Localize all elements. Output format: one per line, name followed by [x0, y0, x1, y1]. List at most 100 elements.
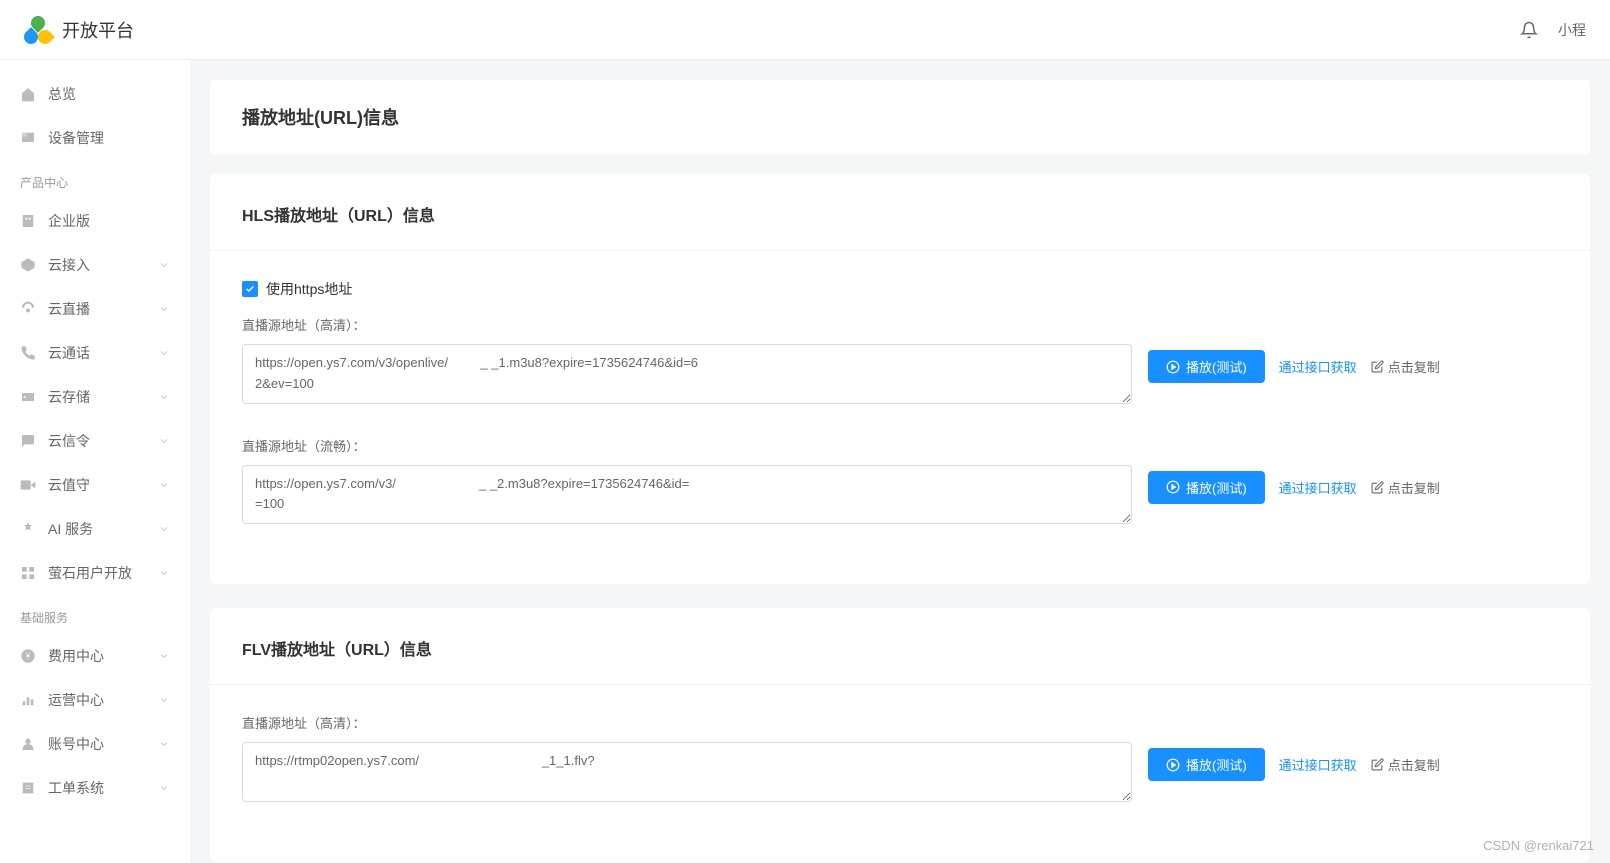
sidebar-item-label: 总览 — [48, 84, 170, 104]
chevron-down-icon — [158, 479, 170, 491]
fee-icon: ¥ — [20, 648, 36, 664]
sidebar-item-label: 云直播 — [48, 299, 146, 319]
chevron-down-icon — [158, 347, 170, 359]
svg-text:¥: ¥ — [25, 652, 31, 661]
sidebar-item-ai[interactable]: AI 服务 — [0, 507, 190, 551]
header-right: 小程 — [1520, 20, 1586, 40]
hls-hd-label: 直播源地址（高清）： — [242, 315, 1558, 334]
ai-icon — [20, 521, 36, 537]
api-get-link[interactable]: 通过接口获取 — [1279, 357, 1357, 376]
chevron-down-icon — [158, 303, 170, 315]
copy-button[interactable]: 点击复制 — [1371, 357, 1440, 376]
sidebar-item-cloud-guard[interactable]: 云值守 — [0, 463, 190, 507]
user-icon — [20, 736, 36, 752]
play-icon — [1166, 758, 1180, 772]
chevron-down-icon — [158, 782, 170, 794]
sidebar-item-label: 云信令 — [48, 431, 146, 451]
sidebar-item-ops[interactable]: 运营中心 — [0, 678, 190, 722]
sidebar-item-label: 云通话 — [48, 343, 146, 363]
sidebar-item-fee[interactable]: ¥ 费用中心 — [0, 634, 190, 678]
chevron-down-icon — [158, 259, 170, 271]
copy-button[interactable]: 点击复制 — [1371, 478, 1440, 497]
sidebar-item-account[interactable]: 账号中心 — [0, 722, 190, 766]
sidebar-section-product: 产品中心 — [0, 160, 190, 199]
sidebar-item-overview[interactable]: 总览 — [0, 72, 190, 116]
play-icon — [1166, 360, 1180, 374]
sidebar-item-cloud-talk[interactable]: 云通话 — [0, 331, 190, 375]
api-get-link[interactable]: 通过接口获取 — [1279, 478, 1357, 497]
page-title: 播放地址(URL)信息 — [242, 104, 1558, 130]
cloud-access-icon — [20, 257, 36, 273]
sidebar-item-enterprise[interactable]: 企业版 — [0, 199, 190, 243]
sidebar-item-label: AI 服务 — [48, 519, 146, 539]
header-left: 开放平台 — [24, 16, 134, 44]
https-checkbox-label: 使用https地址 — [266, 279, 352, 299]
sidebar-item-cloud-access[interactable]: 云接入 — [0, 243, 190, 287]
sidebar-item-label: 运营中心 — [48, 690, 146, 710]
sidebar-item-label: 企业版 — [48, 211, 170, 231]
chevron-down-icon — [158, 650, 170, 662]
chevron-down-icon — [158, 391, 170, 403]
watermark: CSDN @renkai721 — [1483, 838, 1594, 853]
notification-icon[interactable] — [1520, 21, 1538, 39]
edit-icon — [1371, 481, 1384, 494]
user-name[interactable]: 小程 — [1558, 20, 1586, 40]
sidebar: 总览 设备管理 产品中心 企业版 云接入 云直播 云通话 — [0, 60, 190, 863]
sidebar-item-cloud-live[interactable]: 云直播 — [0, 287, 190, 331]
https-checkbox[interactable] — [242, 281, 258, 297]
sidebar-item-label: 云值守 — [48, 475, 146, 495]
hls-section-title: HLS播放地址（URL）信息 — [242, 202, 1558, 226]
api-get-link[interactable]: 通过接口获取 — [1279, 755, 1357, 774]
cloud-live-icon — [20, 301, 36, 317]
hls-sd-label: 直播源地址（流畅）： — [242, 436, 1558, 455]
edit-icon — [1371, 758, 1384, 771]
main-content: 播放地址(URL)信息 HLS播放地址（URL）信息 使用https地址 直播源… — [190, 60, 1610, 863]
hls-hd-url-input[interactable] — [242, 344, 1132, 404]
chevron-down-icon — [158, 523, 170, 535]
sidebar-item-device[interactable]: 设备管理 — [0, 116, 190, 160]
camera-icon — [20, 477, 36, 493]
sidebar-item-label: 费用中心 — [48, 646, 146, 666]
play-button[interactable]: 播放(测试) — [1148, 471, 1265, 504]
platform-title: 开放平台 — [62, 17, 134, 43]
chevron-down-icon — [158, 567, 170, 579]
play-button[interactable]: 播放(测试) — [1148, 350, 1265, 383]
home-icon — [20, 86, 36, 102]
sidebar-item-label: 云接入 — [48, 255, 146, 275]
chart-icon — [20, 692, 36, 708]
sidebar-item-cloud-storage[interactable]: 云存储 — [0, 375, 190, 419]
page-title-card: 播放地址(URL)信息 — [210, 80, 1590, 154]
hls-hd-block: 直播源地址（高清）： 播放(测试) 通过接口获取 点击复制 — [242, 315, 1558, 404]
chevron-down-icon — [158, 435, 170, 447]
chevron-down-icon — [158, 694, 170, 706]
copy-button[interactable]: 点击复制 — [1371, 755, 1440, 774]
sidebar-item-label: 设备管理 — [48, 128, 170, 148]
sidebar-item-cloud-message[interactable]: 云信令 — [0, 419, 190, 463]
sidebar-section-basic: 基础服务 — [0, 595, 190, 634]
edit-icon — [1371, 360, 1384, 373]
chevron-down-icon — [158, 738, 170, 750]
hls-sd-block: 直播源地址（流畅）： 播放(测试) 通过接口获取 点击复制 — [242, 436, 1558, 525]
grid-icon — [20, 565, 36, 581]
header: 开放平台 小程 — [0, 0, 1610, 60]
https-checkbox-row: 使用https地址 — [242, 279, 1558, 299]
ticket-icon — [20, 780, 36, 796]
flv-section-title: FLV播放地址（URL）信息 — [242, 636, 1558, 660]
storage-icon — [20, 389, 36, 405]
logo-icon — [24, 16, 52, 44]
sidebar-item-label: 云存储 — [48, 387, 146, 407]
play-icon — [1166, 480, 1180, 494]
device-icon — [20, 130, 36, 146]
sidebar-item-user-open[interactable]: 萤石用户开放 — [0, 551, 190, 595]
hls-section: HLS播放地址（URL）信息 使用https地址 直播源地址（高清）： 播放(测 — [210, 174, 1590, 584]
sidebar-item-ticket[interactable]: 工单系统 — [0, 766, 190, 810]
divider — [210, 684, 1590, 685]
sidebar-item-label: 账号中心 — [48, 734, 146, 754]
hls-sd-url-input[interactable] — [242, 465, 1132, 525]
flv-hd-url-input[interactable] — [242, 742, 1132, 802]
enterprise-icon — [20, 213, 36, 229]
flv-hd-block: 直播源地址（高清）： 播放(测试) 通过接口获取 点击复制 — [242, 713, 1558, 802]
play-button[interactable]: 播放(测试) — [1148, 748, 1265, 781]
sidebar-item-label: 工单系统 — [48, 778, 146, 798]
message-icon — [20, 433, 36, 449]
